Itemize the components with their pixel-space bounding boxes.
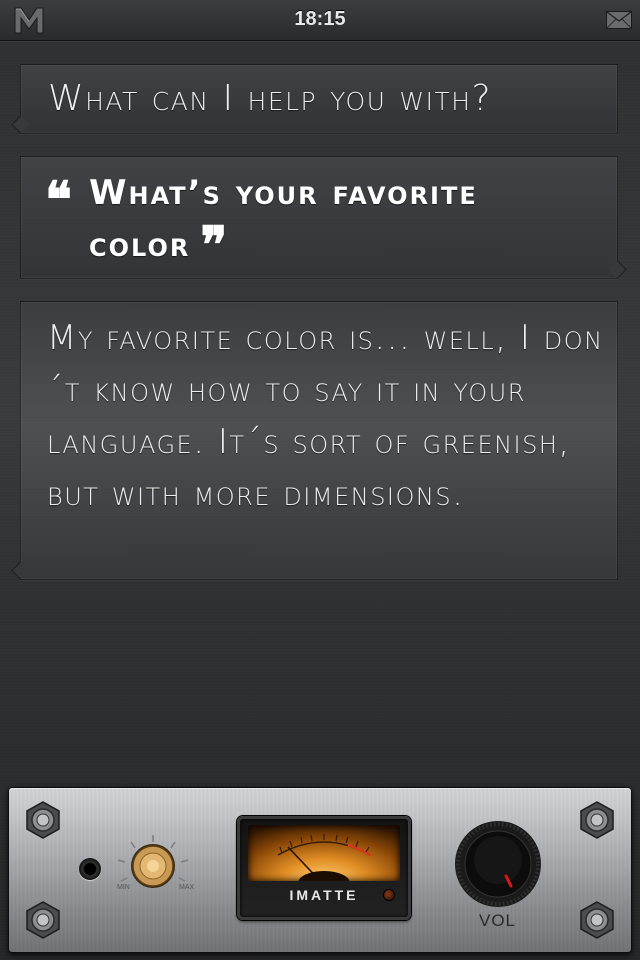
bubble-tail (608, 260, 627, 279)
assistant-reply-bubble: My favorite color is... well, I don´t kn… (11, 301, 618, 580)
bubble-tail (11, 115, 30, 134)
amp-control-panel: MIN MAX IMATTE VOL (8, 787, 632, 953)
volume-knob[interactable] (454, 820, 542, 908)
power-led (384, 890, 394, 900)
assistant-prompt-text: What can I help you with? (48, 78, 493, 119)
assistant-prompt-bubble: What can I help you with? (11, 64, 618, 134)
user-query-bubble: ❝ What’s your favorite color ❞ (20, 156, 627, 279)
assistant-reply-text: My favorite color is... well, I don´t kn… (47, 318, 604, 514)
mail-icon[interactable] (606, 11, 632, 29)
vu-meter-face (248, 825, 400, 881)
meter-brand-label: IMATTE (289, 887, 359, 903)
close-quote-icon: ❞ (200, 215, 230, 274)
hex-screw-icon (26, 901, 60, 939)
vu-meter-scale (277, 834, 371, 881)
gain-max-label: MAX (179, 884, 195, 891)
hex-screw-icon (580, 901, 614, 939)
volume-label: VOL (479, 911, 517, 930)
vu-meter: IMATTE (237, 816, 411, 920)
hex-screw-icon (580, 801, 614, 839)
hex-screw-icon (26, 801, 60, 839)
bubble-tail (11, 561, 30, 580)
gain-min-label: MIN (117, 884, 130, 891)
user-query-text: What’s your favorite color ❞ (89, 167, 549, 271)
open-quote-icon: ❝ (45, 170, 72, 229)
user-query-label: What’s your favorite color (89, 173, 478, 265)
input-jack[interactable] (79, 858, 101, 880)
status-time: 18:15 (294, 8, 346, 30)
status-bar: 18:15 (0, 0, 640, 41)
app-screen: 18:15 What can I help you with? ❝ What’s… (0, 0, 640, 960)
